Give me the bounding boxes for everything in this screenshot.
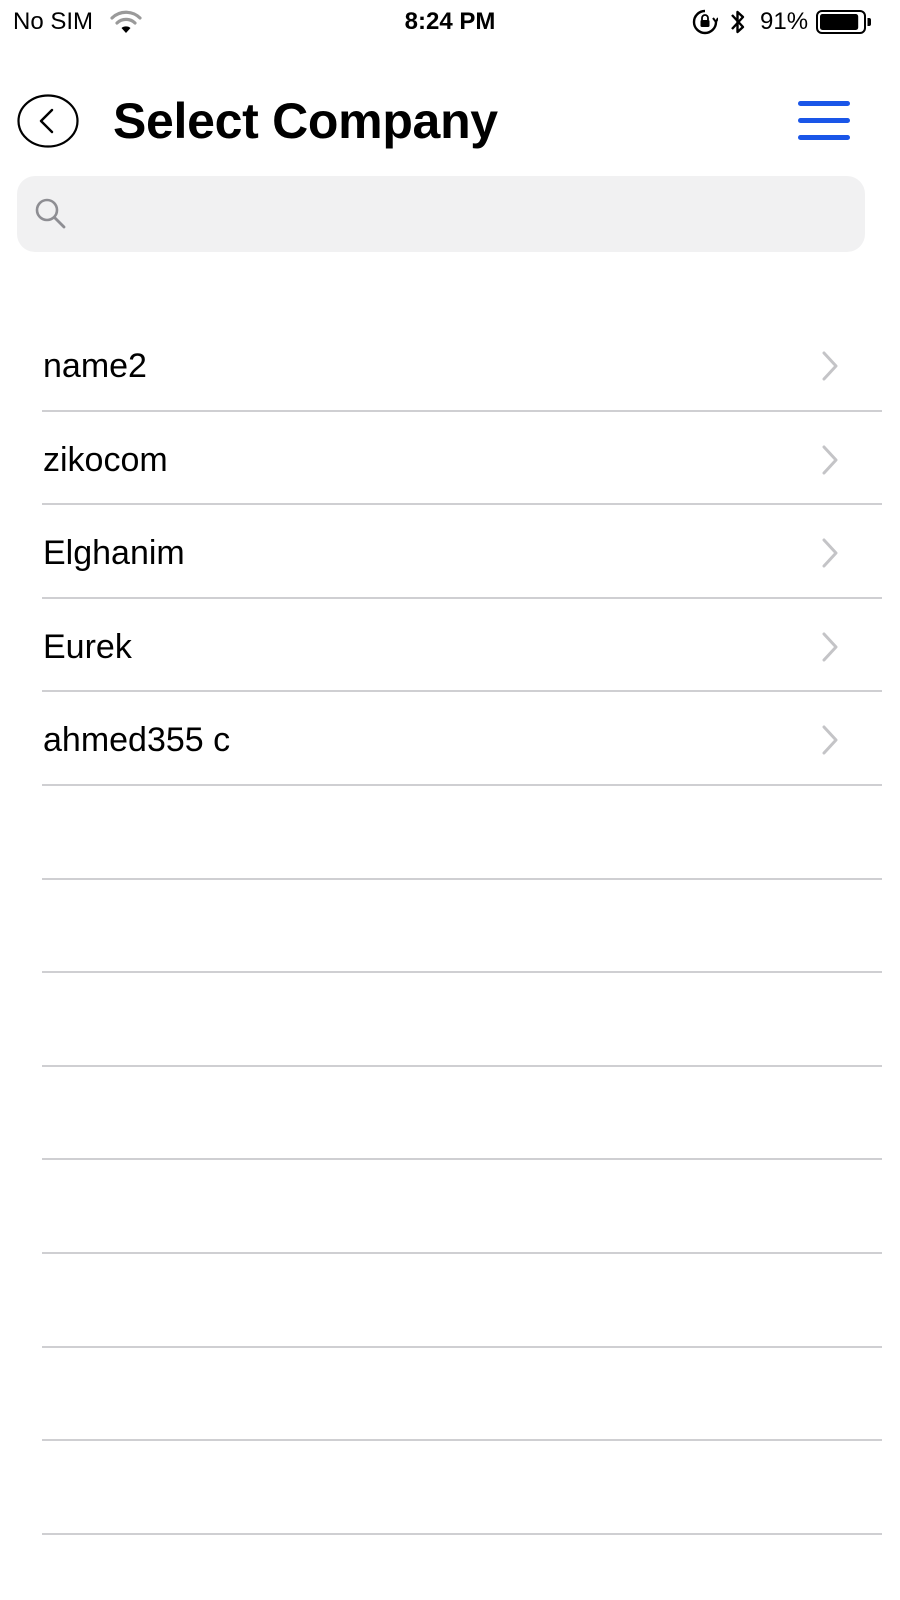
battery-icon: [816, 10, 871, 34]
hamburger-menu-icon[interactable]: [796, 98, 852, 144]
empty-row: [0, 880, 900, 974]
company-name: zikocom: [43, 440, 168, 479]
search-input[interactable]: [79, 176, 849, 252]
chevron-right-icon: [822, 538, 838, 568]
company-row[interactable]: ahmed355 c: [0, 692, 900, 786]
status-bar: No SIM 8:24 PM 91%: [0, 0, 900, 44]
orientation-lock-icon: [692, 9, 718, 35]
company-row[interactable]: zikocom: [0, 412, 900, 506]
company-name: name2: [43, 347, 147, 385]
empty-row: [0, 1160, 900, 1254]
company-row[interactable]: Eurek: [0, 599, 900, 693]
empty-row: [0, 1348, 900, 1442]
company-name: ahmed355 c: [43, 721, 231, 760]
company-row[interactable]: name2: [0, 318, 900, 412]
empty-row: [0, 1067, 900, 1161]
empty-row: [0, 973, 900, 1067]
company-row[interactable]: Elghanim: [0, 505, 900, 599]
back-button[interactable]: [17, 94, 79, 148]
company-name: Elghanim: [43, 534, 185, 573]
search-icon: [35, 198, 66, 229]
chevron-right-icon: [822, 632, 838, 662]
chevron-right-icon: [822, 351, 838, 381]
page-title: Select Company: [113, 93, 498, 149]
company-name: Eurek: [43, 627, 132, 666]
row-divider: [42, 1532, 882, 1535]
empty-row: [0, 1441, 900, 1535]
bluetooth-icon: [731, 10, 745, 34]
empty-row: [0, 1254, 900, 1348]
app-screen: No SIM 8:24 PM 91% Select Company name2 …: [0, 0, 900, 1600]
empty-row: [0, 786, 900, 880]
chevron-right-icon: [822, 445, 838, 475]
search-bar[interactable]: [17, 176, 865, 252]
company-list: name2 zikocom Elghanim Eurek ahmed355 c: [0, 318, 900, 1535]
battery-percentage: 91%: [760, 8, 809, 35]
chevron-right-icon: [822, 725, 838, 755]
